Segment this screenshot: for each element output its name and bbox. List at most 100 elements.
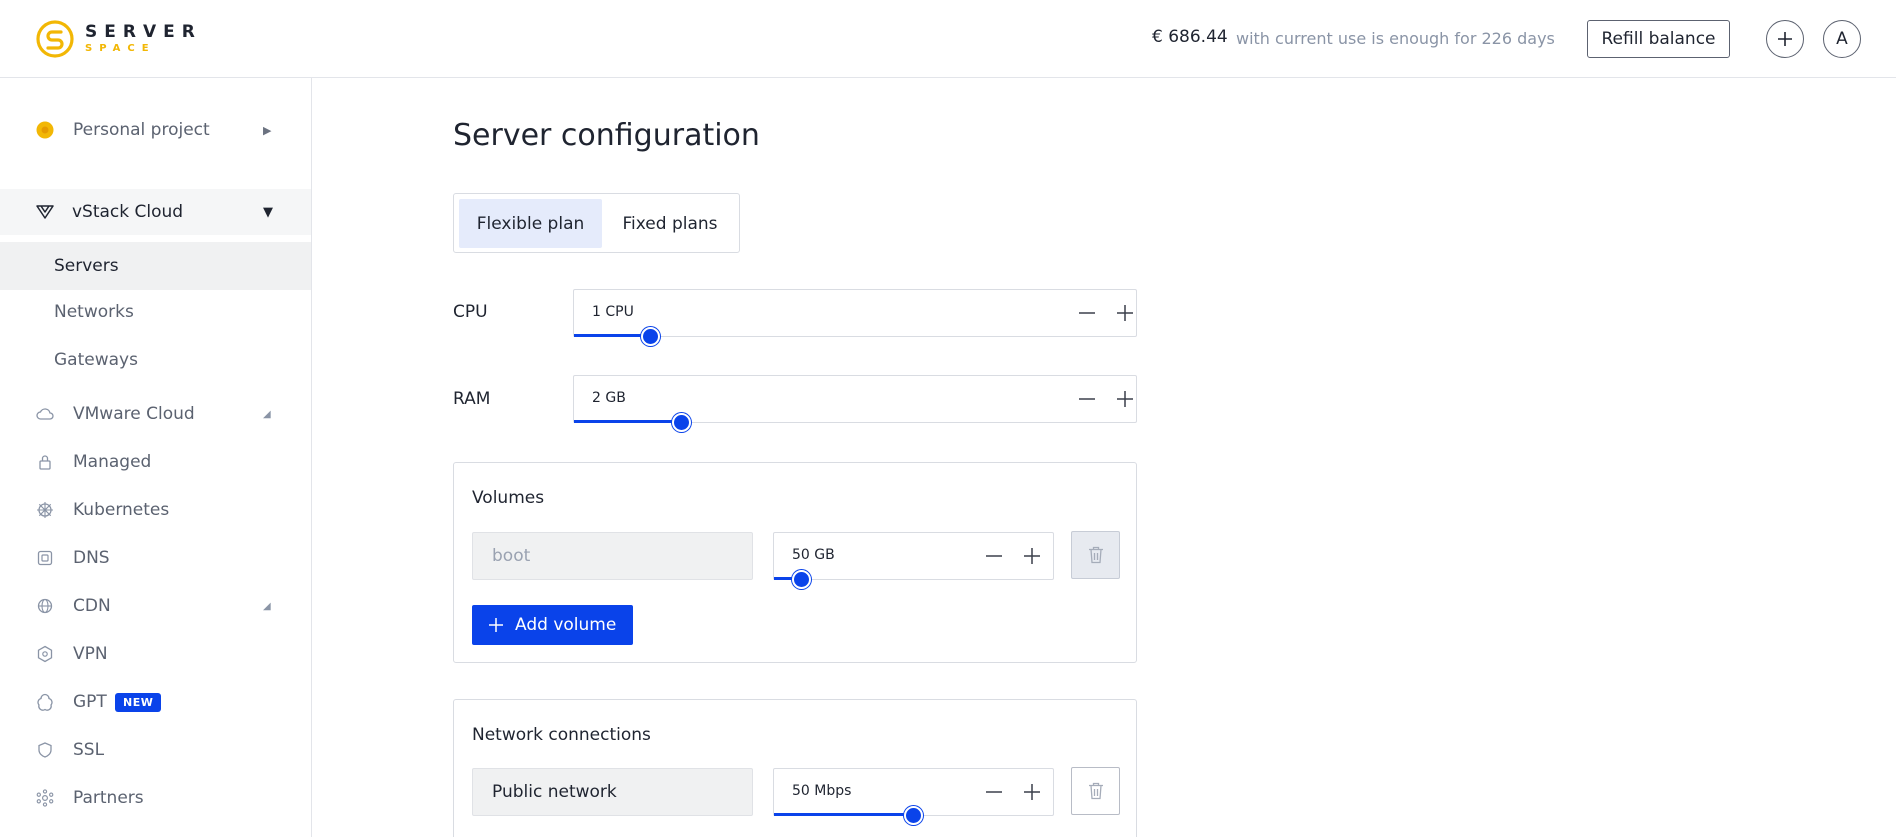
sidebar-item-gateways[interactable]: Gateways: [0, 340, 311, 380]
minus-icon: [986, 555, 1002, 557]
dns-icon: [36, 549, 54, 567]
delete-volume-button[interactable]: [1071, 531, 1120, 579]
network-title: Network connections: [472, 725, 651, 745]
gpt-icon: [36, 693, 54, 711]
sidebar-item-dns[interactable]: DNS: [0, 540, 311, 576]
minus-icon: [1079, 398, 1095, 400]
volume-name-field[interactable]: boot: [472, 532, 753, 580]
project-name: Personal project: [73, 120, 210, 140]
globe-icon: [36, 597, 54, 615]
sidebar-item-label: Networks: [54, 302, 134, 322]
cpu-label: CPU: [453, 302, 488, 322]
cpu-decrease-button[interactable]: [1075, 301, 1099, 325]
plan-switch: Flexible plan Fixed plans: [453, 193, 740, 253]
cloud-icon: [36, 405, 54, 423]
ram-slider[interactable]: 2 GB: [573, 375, 1137, 432]
sidebar-item-cdn[interactable]: CDN ◢: [0, 588, 311, 624]
project-selector[interactable]: Personal project ▶: [0, 112, 311, 148]
network-speed-slider[interactable]: 50 Mbps: [773, 768, 1054, 825]
partners-icon: [36, 789, 54, 807]
trash-icon: [1088, 546, 1103, 564]
ram-slider-track: [574, 420, 683, 423]
ram-decrease-button[interactable]: [1075, 387, 1099, 411]
network-name-field: Public network: [472, 768, 753, 816]
sidebar-item-label: SSL: [73, 740, 105, 760]
volume-decrease-button[interactable]: [982, 544, 1006, 568]
sidebar-item-managed[interactable]: Managed: [0, 444, 311, 480]
sidebar-item-gpt[interactable]: GPT NEW: [0, 684, 311, 720]
balance-note: with current use is enough for 226 days: [1236, 29, 1555, 48]
caret-up-icon: ◢: [263, 408, 271, 420]
sidebar-item-label: Kubernetes: [73, 500, 170, 520]
plus-icon: [1778, 32, 1792, 46]
minus-icon: [1079, 312, 1095, 314]
sidebar-item-label: Servers: [54, 256, 119, 276]
avatar[interactable]: A: [1823, 20, 1861, 58]
sidebar-item-servers[interactable]: Servers: [0, 242, 311, 290]
cpu-slider[interactable]: 1 CPU: [573, 289, 1137, 346]
ram-value: 2 GB: [592, 390, 626, 406]
new-badge: NEW: [115, 692, 162, 712]
sidebar-item-label: VMware Cloud: [73, 404, 195, 424]
serverspace-logo-icon: [36, 20, 74, 58]
logo[interactable]: SERVER SPACE: [35, 18, 202, 60]
cpu-increase-button[interactable]: [1113, 301, 1137, 325]
cpu-slider-handle[interactable]: [640, 327, 660, 346]
sidebar-item-partners[interactable]: Partners: [0, 780, 311, 816]
ram-slider-handle[interactable]: [672, 413, 692, 432]
cpu-slider-track: [574, 334, 651, 337]
top-bar: SERVER SPACE € 686.44 with current use i…: [0, 0, 1896, 78]
sidebar-item-vstack-cloud[interactable]: vStack Cloud ▼: [0, 189, 311, 235]
sidebar-item-kubernetes[interactable]: Kubernetes: [0, 492, 311, 528]
tab-flexible-plan[interactable]: Flexible plan: [459, 199, 602, 248]
tab-fixed-plans[interactable]: Fixed plans: [604, 199, 736, 248]
helm-icon: [36, 501, 54, 519]
network-speed-value: 50 Mbps: [792, 783, 852, 799]
vstack-icon: [36, 203, 54, 221]
volumes-panel: Volumes boot 50 GB Add volume: [453, 462, 1137, 663]
sidebar-item-label: VPN: [73, 644, 108, 664]
trash-icon: [1088, 782, 1103, 800]
cpu-value: 1 CPU: [592, 304, 634, 320]
project-icon: [36, 121, 54, 139]
volume-size-slider[interactable]: 50 GB: [773, 532, 1054, 589]
plus-icon: [489, 613, 503, 637]
sidebar-item-vpn[interactable]: VPN: [0, 636, 311, 672]
caret-down-icon: ▼: [263, 204, 273, 220]
sidebar-item-networks[interactable]: Networks: [0, 292, 311, 332]
minus-icon: [986, 791, 1002, 793]
sidebar: Personal project ▶ vStack Cloud ▼ Server…: [0, 78, 312, 837]
volume-increase-button[interactable]: [1020, 544, 1044, 568]
sidebar-item-label: CDN: [73, 596, 111, 616]
add-volume-label: Add volume: [515, 615, 617, 635]
sidebar-item-label: vStack Cloud: [72, 202, 184, 222]
logo-text-top: SERVER: [85, 22, 202, 42]
sidebar-item-vmware-cloud[interactable]: VMware Cloud ◢: [0, 396, 311, 432]
network-panel: Network connections Public network 50 Mb…: [453, 699, 1137, 837]
sidebar-item-label: Partners: [73, 788, 144, 808]
page-title: Server configuration: [453, 118, 760, 153]
lock-icon: [36, 453, 54, 471]
sidebar-item-label: DNS: [73, 548, 110, 568]
sidebar-item-label: Managed: [73, 452, 152, 472]
balance-amount: € 686.44: [1152, 27, 1228, 47]
ram-label: RAM: [453, 389, 491, 409]
network-decrease-button[interactable]: [982, 780, 1006, 804]
plus-icon: [1024, 548, 1040, 564]
volumes-title: Volumes: [472, 488, 545, 508]
delete-network-button[interactable]: [1071, 767, 1120, 815]
network-slider-handle[interactable]: [903, 806, 923, 825]
network-increase-button[interactable]: [1020, 780, 1044, 804]
refill-balance-button[interactable]: Refill balance: [1587, 20, 1730, 58]
shield-icon: [36, 741, 54, 759]
vpn-icon: [36, 645, 54, 663]
add-volume-button[interactable]: Add volume: [472, 605, 634, 645]
volume-size-value: 50 GB: [792, 547, 835, 563]
volume-slider-handle[interactable]: [791, 570, 811, 589]
plus-icon: [1117, 391, 1133, 407]
add-button[interactable]: [1766, 20, 1804, 58]
sidebar-item-ssl[interactable]: SSL: [0, 732, 311, 768]
plus-icon: [1024, 784, 1040, 800]
ram-increase-button[interactable]: [1113, 387, 1137, 411]
sidebar-item-label: GPT: [73, 692, 107, 712]
